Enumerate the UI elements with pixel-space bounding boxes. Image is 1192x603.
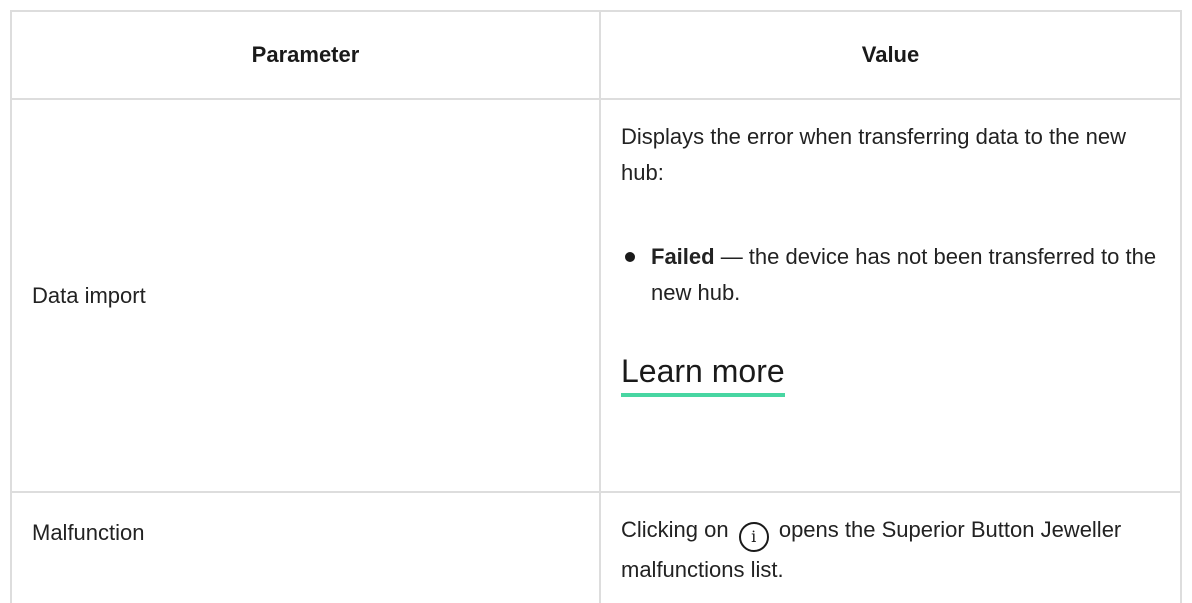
parameter-malfunction: Malfunction bbox=[12, 493, 601, 603]
parameters-table: Parameter Value Data import Displays the… bbox=[10, 10, 1182, 603]
info-icon: i bbox=[738, 522, 769, 552]
table-header-row: Parameter Value bbox=[12, 12, 1180, 100]
learn-more-link[interactable]: Learn more bbox=[621, 352, 785, 397]
value-data-import: Displays the error when transferring dat… bbox=[601, 100, 1180, 491]
table-row: Malfunction Clicking on i opens the Supe… bbox=[12, 493, 1180, 603]
list-item: Failed — the device has not been transfe… bbox=[621, 239, 1160, 311]
failed-description: — the device has not been transferred to… bbox=[651, 244, 1157, 305]
bullet-dot bbox=[625, 252, 635, 262]
value-malfunction: Clicking on i opens the Superior Button … bbox=[601, 493, 1180, 603]
header-value: Value bbox=[861, 42, 920, 67]
malfunction-text-start: Clicking on bbox=[621, 517, 735, 542]
failed-label: Failed bbox=[651, 244, 715, 269]
header-parameter: Parameter bbox=[12, 12, 601, 98]
bullet-list: Failed — the device has not been transfe… bbox=[621, 239, 1160, 311]
parameter-data-import: Data import bbox=[12, 100, 601, 491]
value-intro-text: Displays the error when transferring dat… bbox=[621, 124, 1127, 185]
table-row: Data import Displays the error when tran… bbox=[12, 100, 1180, 493]
